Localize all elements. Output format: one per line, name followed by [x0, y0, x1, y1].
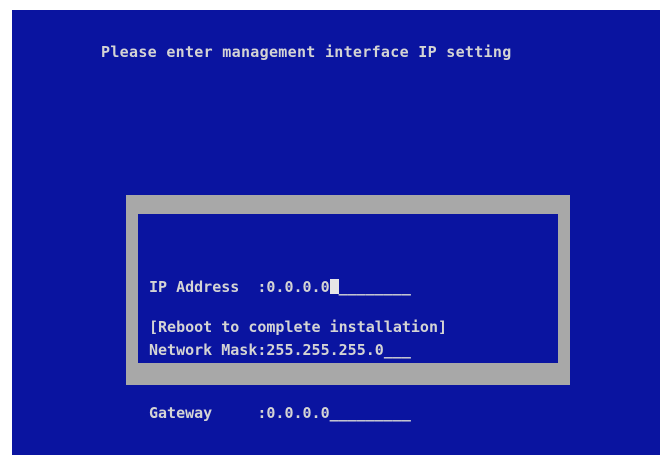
- network-mask-blanks: ___: [383, 341, 411, 359]
- gateway-label: Gateway: [149, 404, 258, 422]
- network-mask-field[interactable]: 255.255.255.0___: [266, 341, 411, 359]
- ip-settings-dialog-frame: IP Address :0.0.0.0 ________ Network Mask…: [126, 195, 570, 422]
- network-mask-label: Network Mask: [149, 341, 258, 359]
- network-mask-value: 255.255.255.0: [266, 341, 384, 359]
- ip-settings-dialog: IP Address :0.0.0.0 ________ Network Mask…: [138, 214, 558, 422]
- gateway-blanks: _________: [329, 404, 411, 422]
- gateway-field[interactable]: 0.0.0.0_________: [266, 404, 411, 422]
- ip-address-field[interactable]: 0.0.0.0 ________: [266, 278, 410, 296]
- network-mask-row: Network Mask:255.255.255.0___: [149, 340, 411, 361]
- ip-address-value: 0.0.0.0: [266, 278, 330, 296]
- ip-address-blanks: ________: [338, 278, 411, 296]
- setup-title: Please enter management interface IP set…: [101, 43, 512, 61]
- ip-address-label: IP Address: [149, 278, 258, 296]
- ip-settings-form: IP Address :0.0.0.0 ________ Network Mask…: [149, 235, 411, 466]
- reboot-button[interactable]: [Reboot to complete installation]: [149, 318, 447, 336]
- text-cursor: [329, 279, 339, 294]
- gateway-value: 0.0.0.0: [266, 404, 330, 422]
- console-screen: Please enter management interface IP set…: [12, 10, 660, 455]
- ip-address-row: IP Address :0.0.0.0 ________: [149, 277, 411, 298]
- gateway-row: Gateway :0.0.0.0_________: [149, 403, 411, 424]
